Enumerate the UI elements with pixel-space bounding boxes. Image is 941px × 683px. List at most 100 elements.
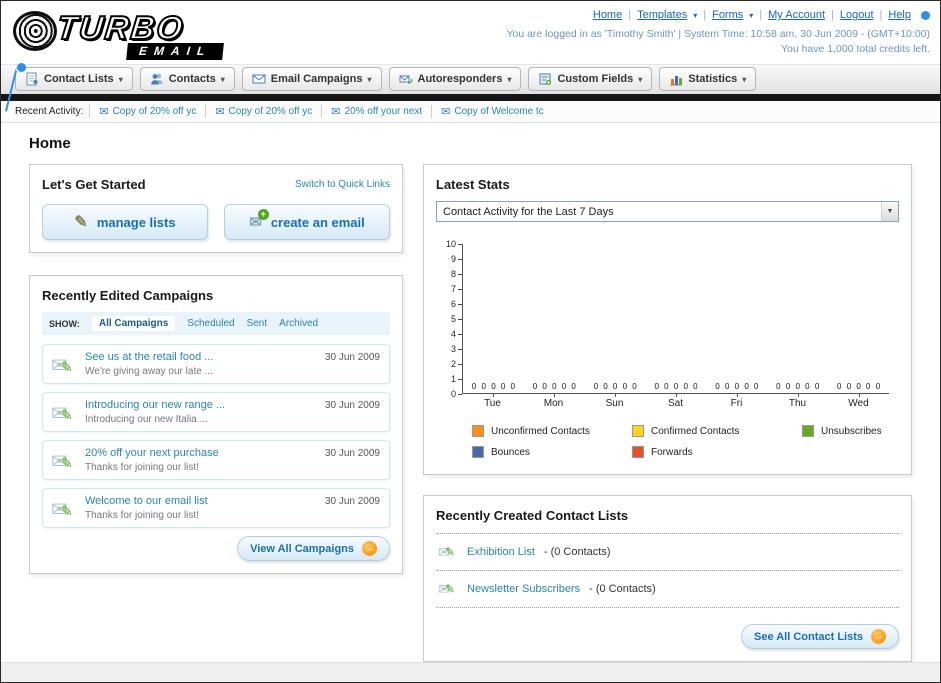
campaign-list: ✉ ✎ See us at the retail food ... We're g… (42, 344, 390, 529)
campaign-row[interactable]: ✉ ✎ 20% off your next purchase Thanks for… (42, 440, 390, 481)
left-column: Let's Get Started Switch to Quick Links … (29, 164, 403, 575)
chevron-down-icon: ▾ (749, 10, 754, 20)
custom-fields-icon (538, 72, 552, 86)
filter-archived[interactable]: Archived (279, 318, 318, 329)
get-started-panel: Let's Get Started Switch to Quick Links … (29, 164, 403, 254)
campaign-date: 30 Jun 2009 (324, 448, 380, 460)
create-email-label: create an email (270, 214, 365, 230)
campaigns-title: Recently Edited Campaigns (42, 288, 214, 304)
tab-custom-fields[interactable]: Custom Fields ▾ (528, 67, 653, 92)
statistics-icon (669, 72, 683, 86)
chart-bar-values: 0 0 0 0 0 0 0 0 0 0 0 0 0 0 0 0 0 0 0 0 0 0 … (463, 382, 889, 391)
chevron-down-icon: ▾ (367, 74, 372, 84)
bar-value-group: 0 0 0 0 0 (837, 382, 881, 392)
see-all-contact-lists-button[interactable]: See All Contact Lists → (740, 624, 899, 650)
tab-autoresponders[interactable]: Autoresponders ▾ (388, 67, 522, 92)
y-tick-label: 2 (451, 359, 462, 369)
arrow-right-icon: → (362, 541, 377, 557)
contact-list-row[interactable]: ✉ ✎ Exhibition List - (0 Contacts) (436, 533, 899, 570)
nav-link-logout[interactable]: Logout (840, 9, 874, 21)
nav-link-forms[interactable]: Forms (712, 9, 743, 21)
bar-value-group: 0 0 0 0 0 (715, 382, 759, 392)
campaigns-filter-bar: SHOW: All Campaigns Scheduled Sent Archi… (42, 312, 390, 336)
filter-sent[interactable]: Sent (247, 318, 268, 329)
campaign-title-link[interactable]: Introducing our new range ... (85, 399, 319, 411)
x-axis-label: Wed (828, 394, 889, 409)
nav-link-templates[interactable]: Templates (637, 9, 687, 21)
legend-swatch (472, 425, 484, 438)
campaign-date: 30 Jun 2009 (324, 496, 380, 508)
get-started-title: Let's Get Started (42, 177, 146, 193)
status-dot-icon (921, 10, 930, 20)
nav-link-help[interactable]: Help (888, 9, 911, 21)
recent-activity-item[interactable]: ✉ Copy of 20% off yc (89, 105, 205, 119)
recent-activity-label: Recent Activity: (15, 106, 84, 118)
campaign-row[interactable]: ✉ ✎ Introducing our new range ... Introdu… (42, 392, 390, 433)
stats-period-value: Contact Activity for the Last 7 Days (443, 205, 614, 218)
y-tick-label: 0 (451, 389, 462, 399)
top-links: Home | Templates ▾ | Forms ▾ | My Accoun… (506, 9, 930, 21)
recent-activity-item[interactable]: ✉ Copy of Welcome tc (431, 105, 553, 119)
contact-list-row[interactable]: ✉ ✎ Newsletter Subscribers - (0 Contacts) (436, 570, 899, 607)
envelope-icon: ✉ (331, 106, 341, 119)
logo-swirl-icon (13, 11, 57, 51)
list-pencil-icon: ✉ ✎ (438, 581, 456, 598)
y-tick-label: 9 (451, 254, 462, 264)
filter-all-campaigns[interactable]: All Campaigns (91, 316, 176, 332)
recent-activity-text: Copy of 20% off yc (228, 106, 313, 118)
list-pencil-icon: ✉ ✎ (438, 544, 456, 561)
envelope-icon: ✉ (215, 106, 225, 119)
campaign-title-link[interactable]: See us at the retail food ... (85, 351, 319, 363)
chevron-down-icon: ▾ (638, 74, 643, 84)
contact-list-link[interactable]: Newsletter Subscribers (467, 583, 580, 595)
credits-info: You have 1,000 total credits left. (780, 43, 930, 55)
campaign-subtitle: Thanks for joining our list! (85, 510, 199, 522)
arrow-right-icon: → (871, 629, 886, 645)
campaign-subtitle: Introducing our new Italia ... (85, 414, 208, 426)
nav-link-my-account[interactable]: My Account (768, 9, 825, 21)
campaign-title-link[interactable]: 20% off your next purchase (85, 447, 319, 459)
envelope-plus-icon: ✉ + (249, 209, 269, 231)
chart-x-axis: Tue Mon Sun Sat Fri Thu Wed (462, 394, 899, 409)
nav-link-home[interactable]: Home (593, 9, 622, 21)
y-tick-label: 6 (451, 299, 462, 309)
bar-value-group: 0 0 0 0 0 (532, 382, 576, 392)
legend-swatch (802, 425, 814, 438)
logo-title: TURBO (54, 8, 187, 47)
recent-activity-item[interactable]: ✉ 20% off your next (321, 105, 431, 119)
logo-antenna-icon (17, 63, 26, 72)
campaign-envelope-pencil-icon: ✉ ✎ (51, 499, 73, 522)
chart-plot-area: 0 0 0 0 0 0 0 0 0 0 0 0 0 0 0 0 0 0 0 0 0 0 … (462, 244, 889, 395)
switch-quick-links-link[interactable]: Switch to Quick Links (295, 179, 390, 190)
filter-scheduled[interactable]: Scheduled (187, 318, 234, 329)
nav-divider-bar (1, 94, 940, 102)
campaign-title-link[interactable]: Welcome to our email list (85, 495, 319, 507)
campaign-row[interactable]: ✉ ✎ Welcome to our email list Thanks for … (42, 488, 390, 529)
pencil-icon: ✎ (74, 214, 88, 232)
create-email-button[interactable]: ✉ + create an email (224, 204, 390, 241)
tab-contact-lists[interactable]: Contact Lists ▾ (15, 67, 133, 92)
contact-list-link[interactable]: Exhibition List (467, 546, 535, 558)
logo-subtitle: EMAIL (126, 43, 225, 60)
tab-statistics[interactable]: Statistics ▾ (659, 67, 757, 92)
view-all-campaigns-button[interactable]: View All Campaigns → (237, 536, 390, 562)
tab-email-campaigns[interactable]: Email Campaigns ▾ (241, 67, 382, 92)
x-axis-label: Tue (462, 394, 523, 409)
bar-value-group: 0 0 0 0 0 (471, 382, 515, 392)
chevron-down-icon: ▼ (881, 202, 898, 222)
stats-period-select[interactable]: Contact Activity for the Last 7 Days ▼ (436, 201, 899, 223)
campaign-envelope-pencil-icon: ✉ ✎ (51, 403, 73, 426)
chart-legend: Unconfirmed Contacts Confirmed Contacts Un… (472, 425, 899, 459)
recent-activity-item[interactable]: ✉ Copy of 20% off yc (205, 105, 321, 119)
chart-y-axis: 10 9 8 7 6 5 4 3 2 1 0 (436, 239, 462, 399)
chevron-down-icon: ▾ (118, 74, 123, 84)
tab-contacts[interactable]: Contacts ▾ (139, 67, 235, 92)
x-axis-label: Fri (706, 394, 767, 409)
separator: | (831, 9, 834, 21)
campaign-row[interactable]: ✉ ✎ See us at the retail food ... We're g… (42, 344, 390, 385)
manage-lists-button[interactable]: ✎ manage lists (42, 204, 208, 241)
y-tick-label: 3 (451, 344, 462, 354)
bar-value-group: 0 0 0 0 0 (654, 382, 698, 392)
legend-swatch (632, 425, 644, 438)
y-tick-label: 4 (451, 329, 462, 339)
